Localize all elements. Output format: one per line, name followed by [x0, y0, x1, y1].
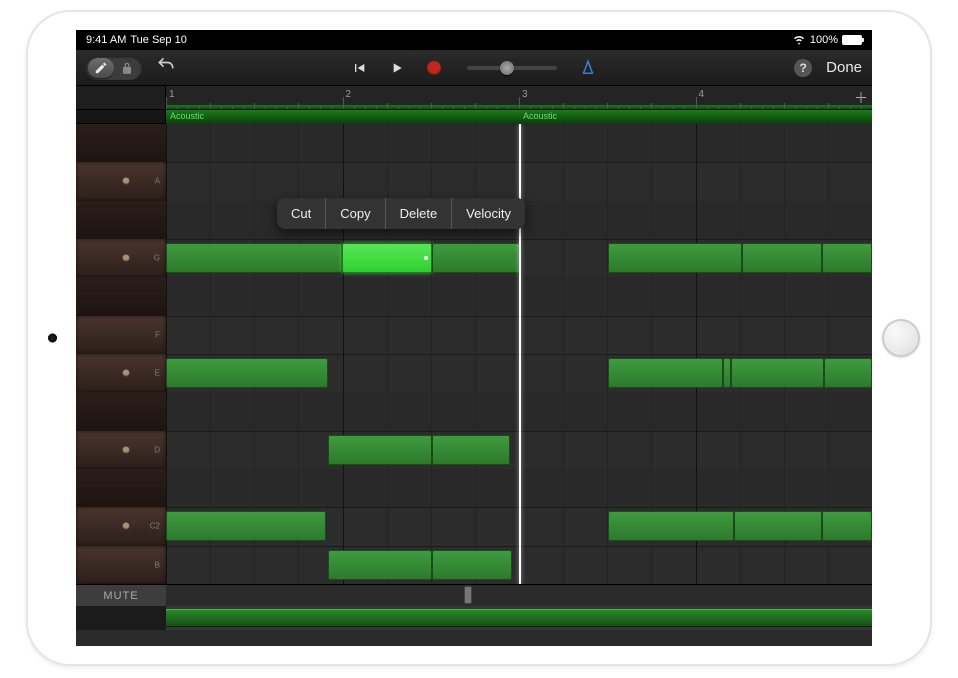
- app-toolbar: ? Done: [76, 50, 872, 86]
- fret-label: C2: [150, 522, 160, 531]
- volume-knob[interactable]: [500, 61, 514, 75]
- go-to-start-button[interactable]: [351, 60, 367, 76]
- midi-note[interactable]: [822, 243, 872, 273]
- timeline-ruler[interactable]: 1 2 3 4 ＋: [76, 86, 872, 110]
- app-screen: 9:41 AM Tue Sep 10 100%: [76, 30, 872, 646]
- midi-note[interactable]: [328, 435, 432, 465]
- fret-label: E: [155, 369, 160, 378]
- battery-pct: 100%: [810, 34, 838, 46]
- context-menu-delete[interactable]: Delete: [386, 198, 453, 229]
- overview-gutter: [76, 606, 166, 630]
- status-time: 9:41 AM: [86, 34, 126, 46]
- midi-note[interactable]: [734, 511, 822, 541]
- keyboard-row[interactable]: A: [76, 162, 166, 200]
- ipad-camera: [48, 334, 57, 343]
- undo-button[interactable]: [156, 55, 176, 80]
- horizontal-overview[interactable]: [76, 606, 872, 630]
- midi-note[interactable]: [723, 358, 731, 388]
- bar-number: 3: [522, 89, 528, 100]
- keyboard-column[interactable]: A G F E D C2 B: [76, 124, 166, 584]
- ipad-frame: 9:41 AM Tue Sep 10 100%: [26, 10, 932, 666]
- fret-label: B: [155, 560, 160, 569]
- bar-number: 1: [169, 89, 175, 100]
- keyboard-row[interactable]: F: [76, 316, 166, 354]
- midi-note[interactable]: [328, 550, 432, 580]
- pencil-icon[interactable]: [88, 58, 114, 78]
- status-bar: 9:41 AM Tue Sep 10 100%: [76, 30, 872, 50]
- ruler-gutter: [76, 86, 166, 109]
- help-button[interactable]: ?: [794, 59, 812, 77]
- fret-dot-icon: [123, 370, 130, 377]
- region-header: AcousticAcoustic: [76, 110, 872, 124]
- edit-lock-toggle[interactable]: [86, 56, 142, 80]
- add-bar-button[interactable]: ＋: [854, 88, 868, 108]
- status-date: Tue Sep 10: [130, 34, 186, 46]
- mute-button[interactable]: MUTE: [76, 585, 166, 606]
- home-button[interactable]: [882, 319, 920, 357]
- keyboard-row[interactable]: D: [76, 431, 166, 469]
- midi-note[interactable]: [432, 243, 520, 273]
- metronome-button[interactable]: [579, 59, 597, 77]
- mute-row: MUTE: [76, 584, 872, 606]
- midi-note[interactable]: [824, 358, 872, 388]
- bar-number: 2: [346, 89, 352, 100]
- midi-region[interactable]: Acoustic: [519, 110, 872, 124]
- battery-icon: [842, 35, 862, 45]
- midi-note[interactable]: [608, 511, 734, 541]
- fret-dot-icon: [123, 446, 130, 453]
- context-menu-cut[interactable]: Cut: [277, 198, 326, 229]
- context-menu-arrow: [399, 228, 413, 229]
- midi-note[interactable]: [166, 243, 342, 273]
- midi-note[interactable]: [166, 511, 326, 541]
- midi-region[interactable]: Acoustic: [166, 110, 519, 124]
- keyboard-row[interactable]: [76, 277, 166, 315]
- keyboard-row[interactable]: B: [76, 546, 166, 584]
- volume-slider[interactable]: [467, 66, 557, 70]
- scrub-track[interactable]: [166, 585, 872, 606]
- keyboard-row[interactable]: G: [76, 239, 166, 277]
- piano-roll[interactable]: A G F E D C2 B CutCopyDeleteVelocity: [76, 124, 872, 584]
- bar-number: 4: [699, 89, 705, 100]
- midi-note[interactable]: [432, 550, 512, 580]
- note-grid[interactable]: [166, 124, 872, 584]
- region-gutter: [76, 110, 166, 123]
- midi-note[interactable]: [742, 243, 822, 273]
- midi-note[interactable]: [166, 358, 328, 388]
- midi-note-selected[interactable]: [342, 243, 432, 273]
- midi-note[interactable]: [822, 511, 872, 541]
- record-icon: [427, 61, 441, 75]
- fret-dot-icon: [123, 255, 130, 262]
- lock-icon[interactable]: [114, 58, 140, 78]
- context-menu-copy[interactable]: Copy: [326, 198, 385, 229]
- midi-note[interactable]: [731, 358, 824, 388]
- record-button[interactable]: [427, 61, 441, 75]
- overview-thumb[interactable]: [166, 609, 872, 627]
- context-menu-velocity[interactable]: Velocity: [452, 198, 525, 229]
- keyboard-row[interactable]: C2: [76, 507, 166, 545]
- play-button[interactable]: [389, 60, 405, 76]
- context-menu: CutCopyDeleteVelocity: [277, 198, 525, 229]
- fret-dot-icon: [123, 178, 130, 185]
- midi-note[interactable]: [608, 358, 723, 388]
- playhead[interactable]: [519, 124, 521, 584]
- midi-note[interactable]: [432, 435, 510, 465]
- fret-label: A: [155, 177, 160, 186]
- keyboard-row[interactable]: [76, 469, 166, 507]
- fret-dot-icon: [123, 523, 130, 530]
- transport-controls: [351, 59, 597, 77]
- keyboard-row[interactable]: [76, 392, 166, 430]
- keyboard-row[interactable]: [76, 124, 166, 162]
- wifi-icon: [792, 32, 806, 49]
- scrub-handle[interactable]: [464, 586, 472, 604]
- midi-note[interactable]: [608, 243, 742, 273]
- done-button[interactable]: Done: [826, 59, 862, 76]
- fret-label: D: [154, 445, 160, 454]
- keyboard-row[interactable]: [76, 201, 166, 239]
- fret-label: G: [154, 254, 160, 263]
- fret-label: F: [155, 330, 160, 339]
- keyboard-row[interactable]: E: [76, 354, 166, 392]
